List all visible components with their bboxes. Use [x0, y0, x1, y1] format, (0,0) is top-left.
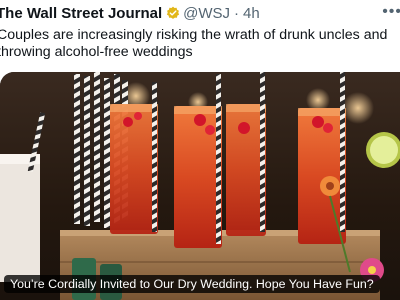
link-card-image: [0, 72, 400, 300]
author-handle[interactable]: @WSJ: [183, 5, 230, 22]
verified-badge-icon: [167, 6, 180, 19]
tweet[interactable]: The Wall Street Journal @WSJ · 4h ••• Co…: [0, 0, 400, 300]
link-card[interactable]: You’re Cordially Invited to Our Dry Wedd…: [0, 72, 400, 300]
author-name[interactable]: The Wall Street Journal: [0, 5, 162, 22]
link-card-headline[interactable]: You’re Cordially Invited to Our Dry Wedd…: [4, 275, 380, 293]
separator: ·: [234, 4, 240, 22]
timestamp[interactable]: 4h: [243, 5, 260, 22]
tweet-header: The Wall Street Journal @WSJ · 4h •••: [0, 0, 400, 26]
more-options-icon[interactable]: •••: [382, 3, 400, 21]
tweet-text: Couples are increasingly risking the wra…: [0, 27, 388, 60]
